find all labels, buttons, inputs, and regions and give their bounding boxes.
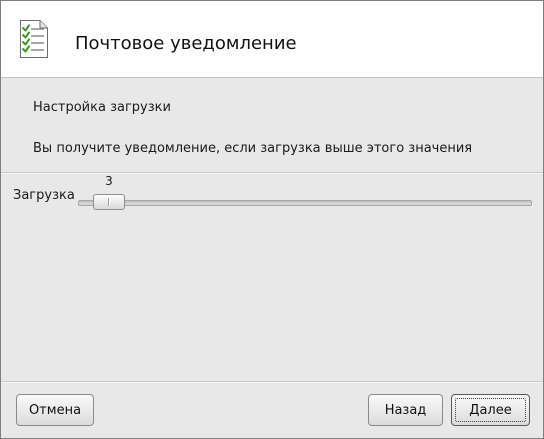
section-subtitle: Настройка загрузки xyxy=(33,100,171,115)
load-slider-value: 3 xyxy=(105,174,113,188)
dialog-header: Почтовое уведомление xyxy=(1,1,543,78)
cancel-button[interactable]: Отмена xyxy=(16,394,94,426)
wizard-dialog: Почтовое уведомление Настройка загрузки … xyxy=(0,0,544,439)
grip-icon xyxy=(108,198,109,206)
load-slider-handle[interactable] xyxy=(93,194,125,210)
back-button[interactable]: Назад xyxy=(368,394,443,426)
next-button[interactable]: Далее xyxy=(451,394,530,426)
section-description: Вы получите уведомление, если загрузка в… xyxy=(33,141,473,156)
next-button-label: Далее xyxy=(469,402,512,418)
divider xyxy=(1,381,543,383)
checklist-document-icon xyxy=(20,20,48,58)
divider xyxy=(1,172,543,174)
load-slider-label: Загрузка xyxy=(13,188,75,203)
load-slider-track[interactable] xyxy=(78,200,532,206)
dialog-title: Почтовое уведомление xyxy=(75,33,297,54)
